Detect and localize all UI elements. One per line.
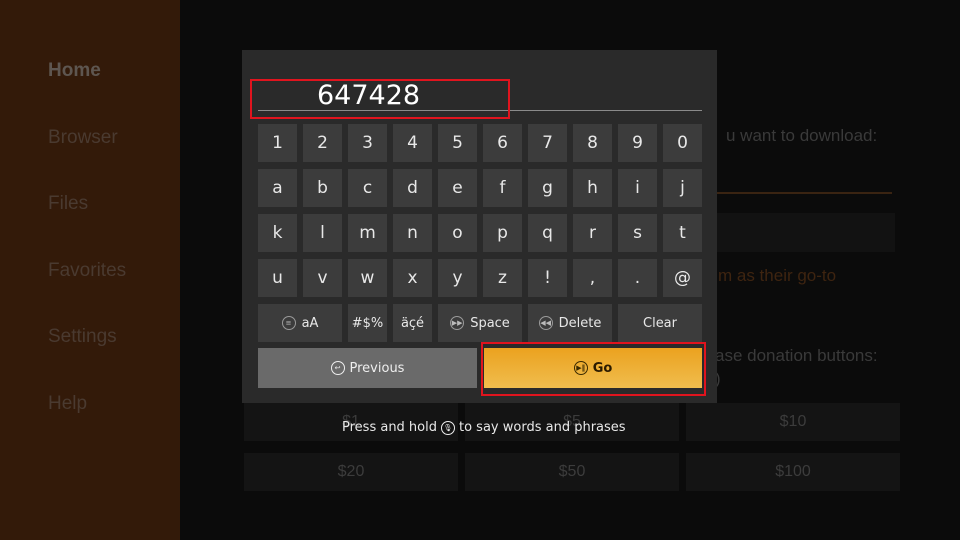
key-t[interactable]: t [663, 214, 702, 252]
key-c[interactable]: c [348, 169, 387, 207]
key-j[interactable]: j [663, 169, 702, 207]
donation-button: $10 [686, 403, 900, 441]
donation-button: $50 [465, 453, 679, 491]
key-d[interactable]: d [393, 169, 432, 207]
input-highlight-box [250, 79, 510, 119]
go-highlight-box [481, 342, 706, 396]
key-@[interactable]: @ [663, 259, 702, 297]
key-h[interactable]: h [573, 169, 612, 207]
donation-button: $100 [686, 453, 900, 491]
key-n[interactable]: n [393, 214, 432, 252]
clear-key[interactable]: Clear [618, 304, 702, 342]
key-l[interactable]: l [303, 214, 342, 252]
donation-button: $20 [244, 453, 458, 491]
key-e[interactable]: e [438, 169, 477, 207]
key-u[interactable]: u [258, 259, 297, 297]
case-toggle-key[interactable]: ≡ aA [258, 304, 342, 342]
key-o[interactable]: o [438, 214, 477, 252]
key-4[interactable]: 4 [393, 124, 432, 162]
fast-forward-icon: ▶▶ [450, 316, 465, 330]
rewind-icon: ◀◀ [538, 316, 553, 330]
voice-hint: Press and hold 🎙 to say words and phrases [342, 420, 626, 435]
symbols-key[interactable]: #$% [348, 304, 387, 342]
key-g[interactable]: g [528, 169, 567, 207]
key-8[interactable]: 8 [573, 124, 612, 162]
key-i[interactable]: i [618, 169, 657, 207]
key-6[interactable]: 6 [483, 124, 522, 162]
sidebar-item-files[interactable]: Files [48, 193, 88, 215]
key-0[interactable]: 0 [663, 124, 702, 162]
key-w[interactable]: w [348, 259, 387, 297]
sidebar-item-home[interactable]: Home [48, 60, 101, 82]
bg-info-text: m as their go-to [718, 266, 837, 285]
key-p[interactable]: p [483, 214, 522, 252]
sidebar-item-favorites[interactable]: Favorites [48, 260, 126, 282]
key-m[interactable]: m [348, 214, 387, 252]
key-3[interactable]: 3 [348, 124, 387, 162]
back-icon: ↩ [330, 361, 345, 375]
bg-go-button [700, 213, 895, 252]
space-key[interactable]: ▶▶ Space [438, 304, 522, 342]
bg-donation-text: ase donation buttons: [715, 346, 878, 365]
key-f[interactable]: f [483, 169, 522, 207]
previous-button[interactable]: ↩ Previous [258, 348, 477, 388]
delete-key[interactable]: ◀◀ Delete [528, 304, 612, 342]
key-s[interactable]: s [618, 214, 657, 252]
key-9[interactable]: 9 [618, 124, 657, 162]
key-![interactable]: ! [528, 259, 567, 297]
key-q[interactable]: q [528, 214, 567, 252]
key-r[interactable]: r [573, 214, 612, 252]
bg-url-underline [700, 192, 892, 194]
key-x[interactable]: x [393, 259, 432, 297]
key-7[interactable]: 7 [528, 124, 567, 162]
key-y[interactable]: y [438, 259, 477, 297]
sidebar-item-settings[interactable]: Settings [48, 326, 117, 348]
key-5[interactable]: 5 [438, 124, 477, 162]
menu-icon: ≡ [281, 316, 296, 330]
key-1[interactable]: 1 [258, 124, 297, 162]
bg-download-prompt: u want to download: [726, 126, 878, 145]
sidebar-item-browser[interactable]: Browser [48, 127, 118, 149]
key-b[interactable]: b [303, 169, 342, 207]
key-,[interactable]: , [573, 259, 612, 297]
key-k[interactable]: k [258, 214, 297, 252]
sidebar-item-help[interactable]: Help [48, 393, 87, 415]
key-2[interactable]: 2 [303, 124, 342, 162]
key-a[interactable]: a [258, 169, 297, 207]
microphone-icon: 🎙 [441, 420, 455, 435]
sidebar: Home Browser Files Favorites Settings Help [0, 0, 180, 540]
key-.[interactable]: . [618, 259, 657, 297]
accents-key[interactable]: äçé [393, 304, 432, 342]
key-z[interactable]: z [483, 259, 522, 297]
key-v[interactable]: v [303, 259, 342, 297]
